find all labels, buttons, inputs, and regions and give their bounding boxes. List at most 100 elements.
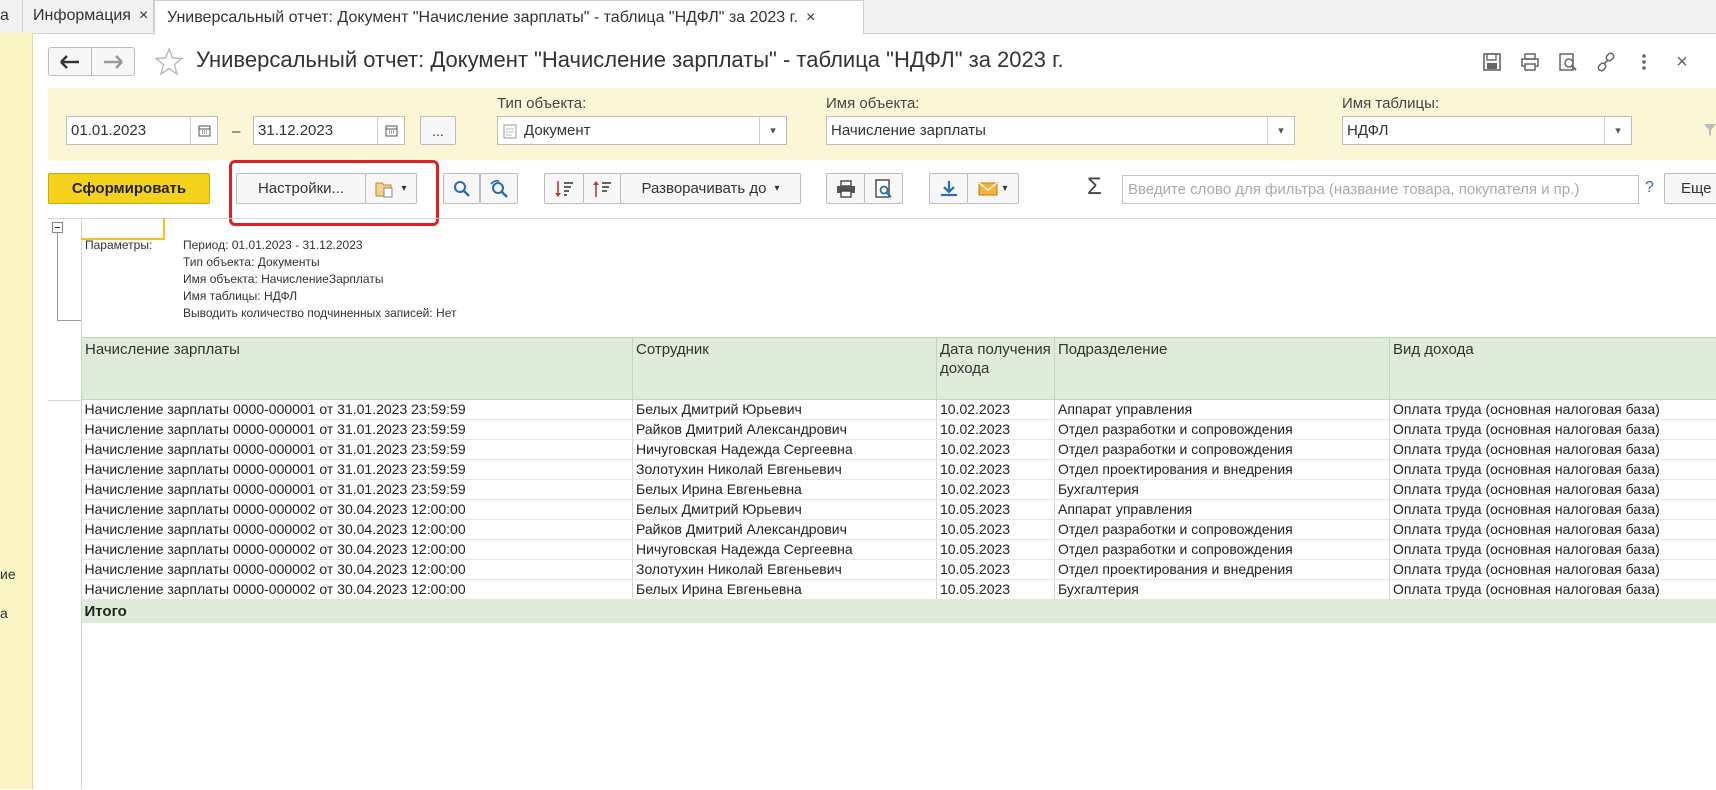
- table-row[interactable]: Начисление зарплаты 0000-000002 от 30.04…: [82, 500, 1716, 520]
- collapse-group-icon[interactable]: [52, 222, 63, 233]
- table-cell[interactable]: 10.05.2023: [937, 540, 1055, 560]
- table-cell[interactable]: Золотухин Николай Евгеньевич: [633, 460, 937, 480]
- table-cell[interactable]: [1390, 600, 1716, 624]
- table-row[interactable]: Начисление зарплаты 0000-000002 от 30.04…: [82, 560, 1716, 580]
- table-cell[interactable]: Райков Дмитрий Александрович: [633, 420, 937, 440]
- back-button[interactable]: [48, 47, 92, 76]
- object-name-select[interactable]: Начисление зарплаты ▾: [826, 116, 1295, 145]
- table-cell[interactable]: Оплата труда (основная налоговая база): [1390, 560, 1716, 580]
- print-icon[interactable]: [1520, 52, 1540, 72]
- close-icon[interactable]: ×: [139, 7, 148, 25]
- tab-universal-report[interactable]: Универсальный отчет: Документ "Начислени…: [154, 0, 864, 34]
- table-row[interactable]: Начисление зарплаты 0000-000002 от 30.04…: [82, 520, 1716, 540]
- table-cell[interactable]: Оплата труда (основная налоговая база): [1390, 460, 1716, 480]
- table-name-select[interactable]: НДФЛ ▾: [1342, 116, 1632, 145]
- table-cell[interactable]: 10.05.2023: [937, 560, 1055, 580]
- table-cell[interactable]: [937, 600, 1055, 624]
- help-button[interactable]: ?: [1645, 179, 1654, 197]
- search-next-button[interactable]: [480, 173, 518, 204]
- table-cell[interactable]: Бухгалтерия: [1055, 480, 1390, 500]
- object-type-select[interactable]: Документ ▾: [497, 116, 787, 145]
- expand-groups-button[interactable]: [544, 173, 584, 204]
- table-row[interactable]: Начисление зарплаты 0000-000002 от 30.04…: [82, 580, 1716, 600]
- save-icon[interactable]: [1482, 52, 1502, 72]
- send-email-button[interactable]: ▾: [967, 173, 1019, 204]
- table-row[interactable]: Начисление зарплаты 0000-000001 от 31.01…: [82, 480, 1716, 500]
- table-cell[interactable]: [633, 600, 937, 624]
- table-cell[interactable]: Начисление зарплаты 0000-000001 от 31.01…: [82, 400, 633, 420]
- tab-information[interactable]: Информация ×: [22, 0, 154, 32]
- total-row[interactable]: Итого: [82, 600, 1716, 624]
- column-header[interactable]: Сотрудник: [633, 338, 937, 400]
- sidebar-fragment[interactable]: а: [0, 605, 8, 621]
- save-to-file-button[interactable]: [929, 173, 968, 204]
- table-cell[interactable]: 10.02.2023: [937, 400, 1055, 420]
- table-cell[interactable]: Белых Ирина Евгеньевна: [633, 480, 937, 500]
- chevron-down-icon[interactable]: ▾: [1267, 117, 1294, 144]
- table-cell[interactable]: Бухгалтерия: [1055, 580, 1390, 600]
- column-header[interactable]: Вид дохода: [1390, 338, 1716, 400]
- search-button[interactable]: [443, 173, 480, 204]
- filter-icon[interactable]: [1704, 123, 1716, 137]
- table-cell[interactable]: Оплата труда (основная налоговая база): [1390, 520, 1716, 540]
- table-cell[interactable]: Начисление зарплаты 0000-000002 от 30.04…: [82, 500, 633, 520]
- column-header[interactable]: Дата получения дохода: [937, 338, 1055, 400]
- table-cell[interactable]: Оплата труда (основная налоговая база): [1390, 420, 1716, 440]
- column-header[interactable]: Начисление зарплаты: [82, 338, 633, 400]
- table-row[interactable]: Начисление зарплаты 0000-000001 от 31.01…: [82, 440, 1716, 460]
- table-cell[interactable]: Ничуговская Надежда Сергеевна: [633, 440, 937, 460]
- table-cell[interactable]: Оплата труда (основная налоговая база): [1390, 580, 1716, 600]
- table-cell[interactable]: Аппарат управления: [1055, 500, 1390, 520]
- column-header[interactable]: Подразделение: [1055, 338, 1390, 400]
- table-row[interactable]: Начисление зарплаты 0000-000001 от 31.01…: [82, 420, 1716, 440]
- table-cell[interactable]: Начисление зарплаты 0000-000001 от 31.01…: [82, 480, 633, 500]
- more-vertical-icon[interactable]: [1634, 52, 1654, 72]
- table-cell[interactable]: Ничуговская Надежда Сергеевна: [633, 540, 937, 560]
- tab-partial[interactable]: а: [0, 0, 20, 32]
- table-cell[interactable]: Аппарат управления: [1055, 400, 1390, 420]
- table-cell[interactable]: 10.02.2023: [937, 440, 1055, 460]
- collapse-groups-button[interactable]: [583, 173, 621, 204]
- table-cell[interactable]: Начисление зарплаты 0000-000001 от 31.01…: [82, 460, 633, 480]
- table-cell[interactable]: 10.02.2023: [937, 480, 1055, 500]
- close-icon[interactable]: ×: [806, 9, 815, 27]
- table-cell[interactable]: [1055, 600, 1390, 624]
- table-cell[interactable]: 10.02.2023: [937, 460, 1055, 480]
- star-icon[interactable]: [154, 47, 184, 77]
- table-cell[interactable]: Начисление зарплаты 0000-000001 от 31.01…: [82, 420, 633, 440]
- calendar-icon[interactable]: [377, 117, 404, 144]
- table-cell[interactable]: Отдел разработки и сопровождения: [1055, 540, 1390, 560]
- table-cell[interactable]: Отдел разработки и сопровождения: [1055, 440, 1390, 460]
- table-cell[interactable]: Оплата труда (основная налоговая база): [1390, 500, 1716, 520]
- table-cell[interactable]: 10.02.2023: [937, 420, 1055, 440]
- table-cell[interactable]: Оплата труда (основная налоговая база): [1390, 440, 1716, 460]
- table-cell[interactable]: Отдел проектирования и внедрения: [1055, 560, 1390, 580]
- table-cell[interactable]: Начисление зарплаты 0000-000002 от 30.04…: [82, 580, 633, 600]
- selected-cell[interactable]: [81, 218, 165, 240]
- settings-button[interactable]: Настройки...: [236, 173, 366, 204]
- table-cell[interactable]: Начисление зарплаты 0000-000002 от 30.04…: [82, 520, 633, 540]
- filter-search-input[interactable]: Введите слово для фильтра (название това…: [1122, 175, 1639, 204]
- calendar-icon[interactable]: [190, 117, 217, 144]
- table-row[interactable]: Начисление зарплаты 0000-000001 от 31.01…: [82, 460, 1716, 480]
- table-cell[interactable]: Белых Дмитрий Юрьевич: [633, 500, 937, 520]
- date-to-field[interactable]: 31.12.2023: [253, 116, 405, 145]
- table-cell[interactable]: Оплата труда (основная налоговая база): [1390, 400, 1716, 420]
- table-cell[interactable]: Белых Дмитрий Юрьевич: [633, 400, 937, 420]
- table-cell[interactable]: Райков Дмитрий Александрович: [633, 520, 937, 540]
- chevron-down-icon[interactable]: ▾: [1604, 117, 1631, 144]
- table-cell[interactable]: Оплата труда (основная налоговая база): [1390, 480, 1716, 500]
- variants-dropdown-button[interactable]: ▾: [365, 173, 417, 204]
- table-cell[interactable]: Отдел разработки и сопровождения: [1055, 420, 1390, 440]
- table-cell[interactable]: Начисление зарплаты 0000-000002 от 30.04…: [82, 540, 633, 560]
- close-window-icon[interactable]: ×: [1672, 52, 1692, 72]
- sidebar-fragment[interactable]: ие: [0, 566, 16, 582]
- table-cell[interactable]: 10.05.2023: [937, 500, 1055, 520]
- preview-icon[interactable]: [1558, 52, 1578, 72]
- table-cell[interactable]: Золотухин Николай Евгеньевич: [633, 560, 937, 580]
- chevron-down-icon[interactable]: ▾: [759, 117, 786, 144]
- table-cell[interactable]: Отдел разработки и сопровождения: [1055, 520, 1390, 540]
- generate-button[interactable]: Сформировать: [48, 173, 210, 204]
- table-cell[interactable]: Оплата труда (основная налоговая база): [1390, 540, 1716, 560]
- date-from-field[interactable]: 01.01.2023: [66, 116, 218, 145]
